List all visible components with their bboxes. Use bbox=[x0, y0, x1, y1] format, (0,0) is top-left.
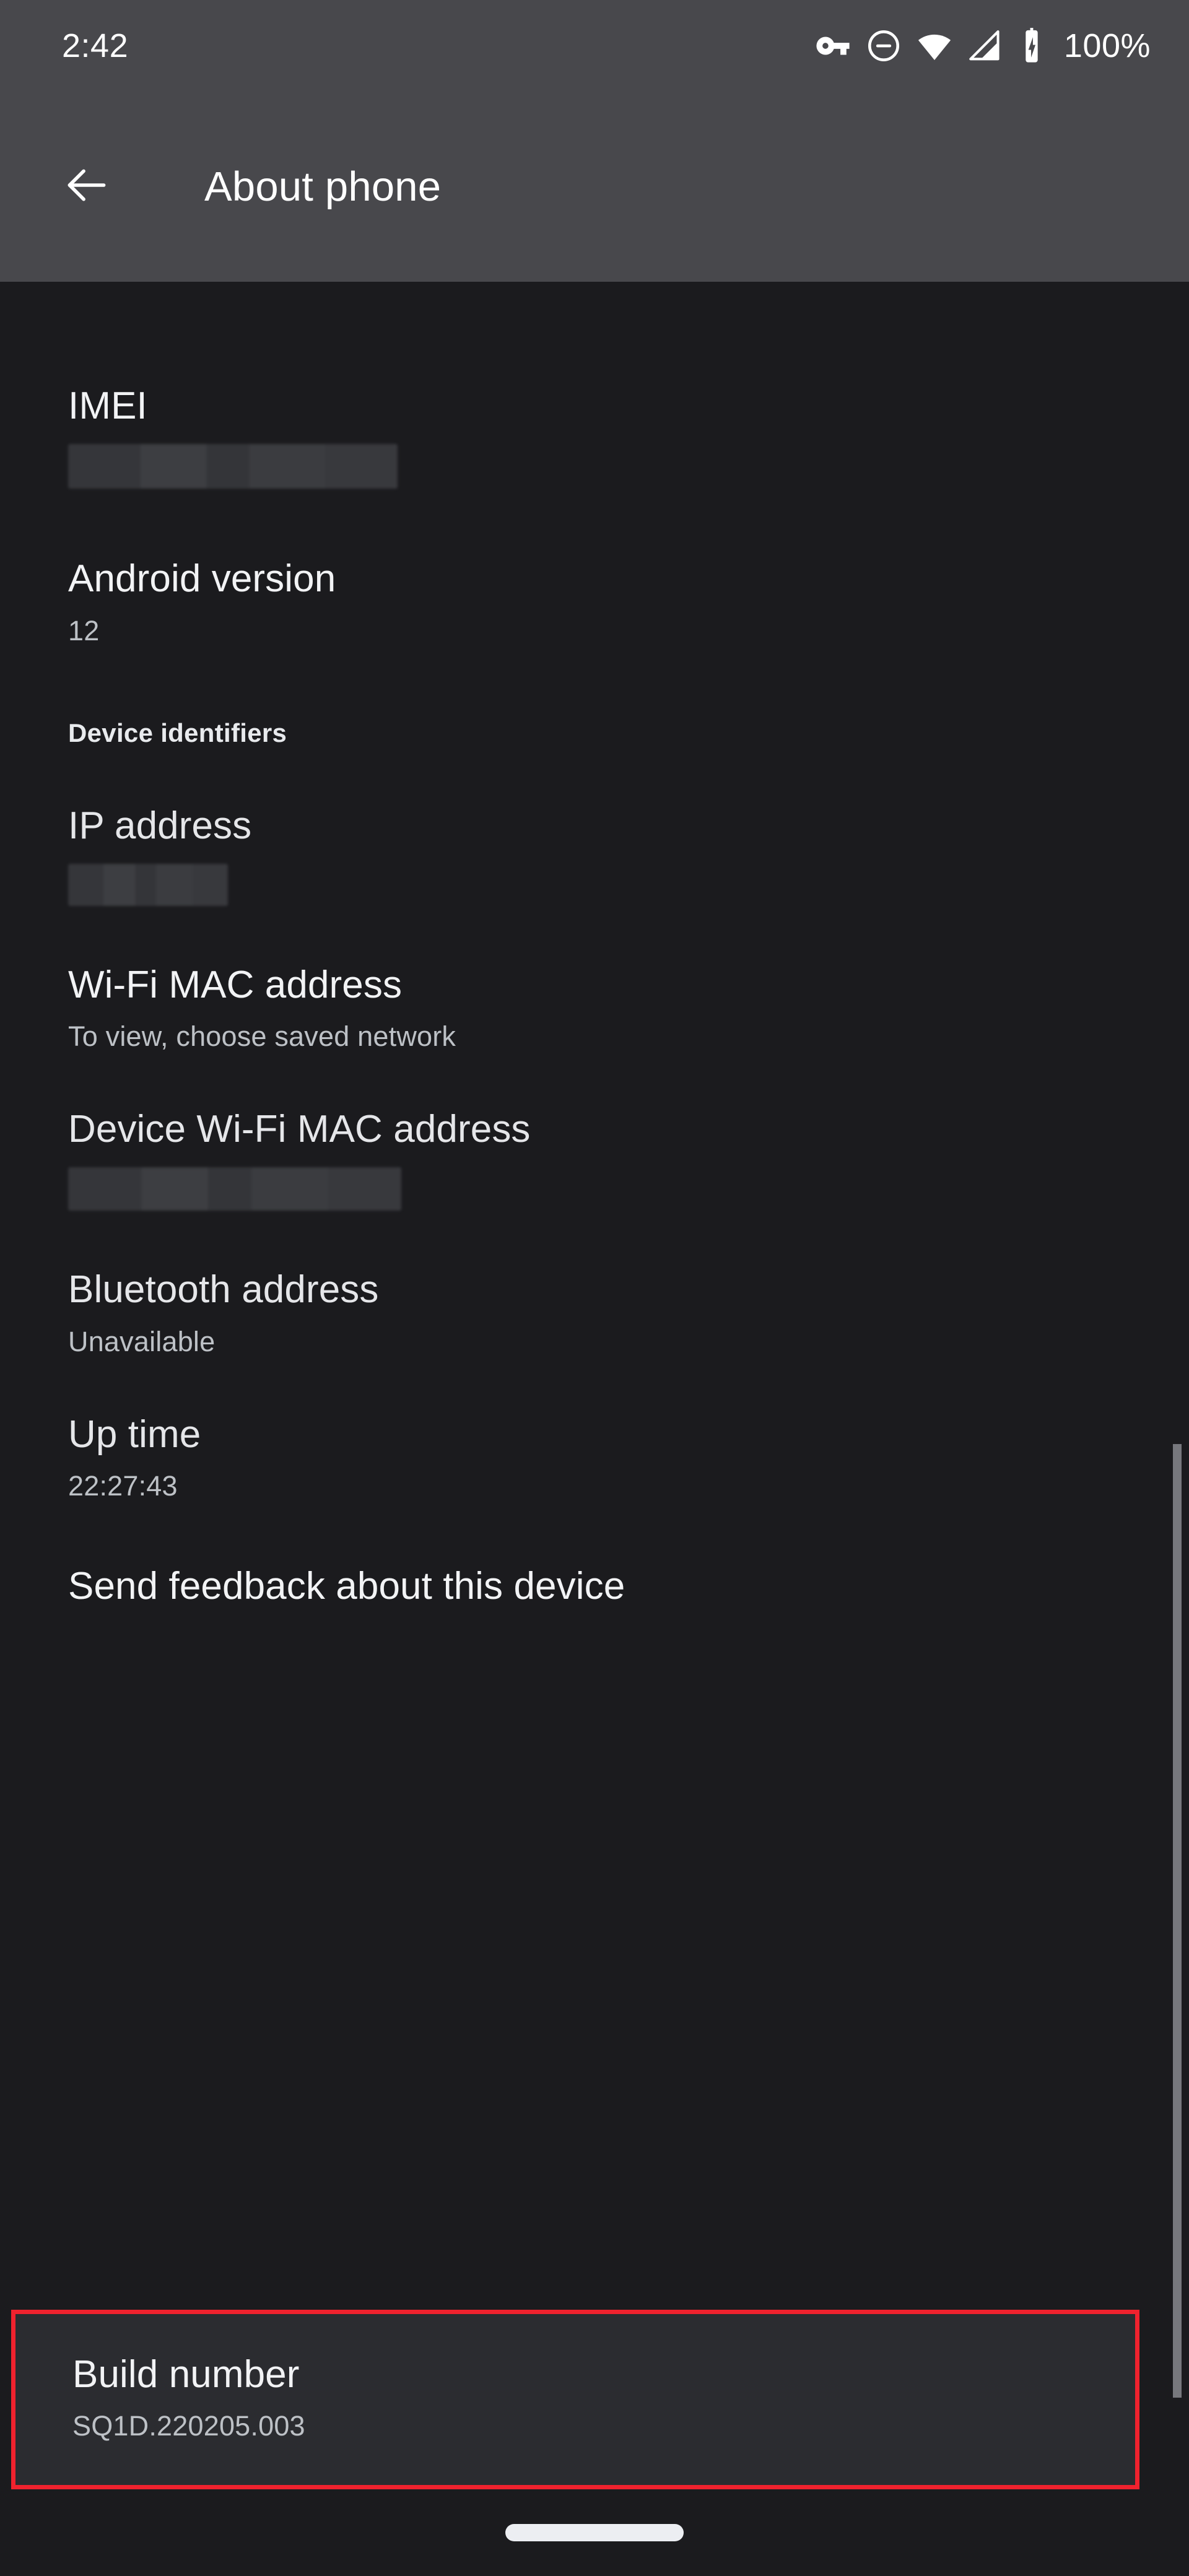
page-title: About phone bbox=[204, 163, 442, 210]
device-wifi-mac-address-redacted-value bbox=[68, 1167, 401, 1211]
arrow-back-icon bbox=[63, 161, 111, 212]
status-bar-clock: 2:42 bbox=[62, 27, 129, 64]
do-not-disturb-icon bbox=[866, 28, 902, 64]
status-bar: 2:42 100% bbox=[0, 0, 1189, 92]
wifi-icon bbox=[917, 28, 952, 64]
cellular-signal-icon bbox=[967, 28, 1003, 64]
imei-redacted-value bbox=[68, 444, 398, 489]
up-time-value: 22:27:43 bbox=[68, 1470, 178, 1502]
scrollbar-thumb[interactable] bbox=[1173, 1444, 1182, 2398]
vpn-key-icon bbox=[815, 28, 851, 64]
battery-percentage-label: 100% bbox=[1063, 27, 1151, 64]
send-feedback-title: Send feedback about this device bbox=[68, 1565, 625, 1608]
bluetooth-address-title: Bluetooth address bbox=[68, 1268, 379, 1312]
navigation-bar bbox=[0, 2489, 1189, 2576]
wifi-mac-address-title: Wi-Fi MAC address bbox=[68, 963, 403, 1006]
preference-build-number-highlight[interactable]: Build number SQ1D.220205.003 bbox=[11, 2310, 1139, 2489]
ip-address-title: IP address bbox=[68, 804, 252, 847]
ip-address-redacted-value bbox=[68, 863, 228, 906]
section-header-device-identifiers: Device identifiers bbox=[68, 718, 287, 747]
wifi-mac-address-value: To view, choose saved network bbox=[68, 1020, 456, 1053]
up-time-title: Up time bbox=[68, 1412, 201, 1456]
preference-up-time[interactable]: Up time 22:27:43 bbox=[0, 1358, 1189, 1502]
preference-android-version[interactable]: Android version 12 bbox=[0, 489, 1189, 646]
preference-wifi-mac-address[interactable]: Wi-Fi MAC address To view, choose saved … bbox=[0, 906, 1189, 1053]
home-gesture-pill[interactable] bbox=[505, 2524, 684, 2541]
build-number-value: SQ1D.220205.003 bbox=[72, 2410, 305, 2442]
settings-list[interactable]: IMEI Android version 12 Device identifie… bbox=[0, 282, 1189, 2489]
android-version-value: 12 bbox=[68, 614, 100, 646]
device-wifi-mac-address-title: Device Wi-Fi MAC address bbox=[68, 1108, 531, 1151]
app-bar: About phone bbox=[0, 92, 1189, 282]
imei-title: IMEI bbox=[68, 385, 147, 427]
preference-build-number[interactable]: Build number SQ1D.220205.003 bbox=[15, 2314, 1135, 2485]
battery-charging-icon bbox=[1018, 28, 1045, 64]
bluetooth-address-value: Unavailable bbox=[68, 1325, 216, 1357]
build-number-title: Build number bbox=[72, 2353, 300, 2396]
preference-bluetooth-address[interactable]: Bluetooth address Unavailable bbox=[0, 1211, 1189, 1357]
preference-send-feedback[interactable]: Send feedback about this device bbox=[0, 1502, 1189, 1608]
android-settings-screen: 2:42 100% About phone IMEI Android versi… bbox=[0, 0, 1189, 2576]
back-button[interactable] bbox=[57, 157, 116, 217]
android-version-title: Android version bbox=[68, 557, 336, 601]
preference-ip-address[interactable]: IP address bbox=[0, 748, 1189, 906]
status-bar-icons: 100% bbox=[815, 27, 1151, 65]
preference-device-wifi-mac-address[interactable]: Device Wi-Fi MAC address bbox=[0, 1053, 1189, 1211]
preference-imei[interactable]: IMEI bbox=[0, 282, 1189, 489]
